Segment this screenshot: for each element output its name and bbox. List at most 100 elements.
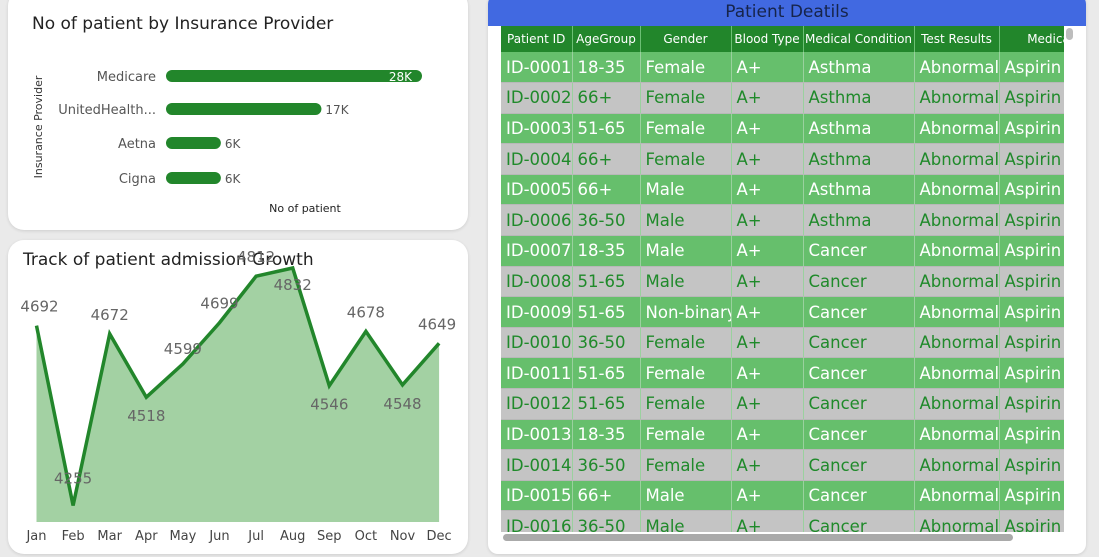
table-cell: Abnormal [914, 52, 1000, 84]
table-cell: Female [640, 449, 732, 481]
table-row[interactable]: ID-0006 36-50 Male A+ Asthma Abnormal Aspirin [501, 204, 1064, 237]
point-data-label: 4548 [383, 395, 421, 413]
insurance-bar-chart-card: No of patient by Insurance Provider Medi… [8, 0, 468, 230]
table-row[interactable]: ID-0014 36-50 Female A+ Cancer Abnormal Aspiri… [501, 449, 1064, 481]
point-data-label: 4678 [347, 303, 385, 321]
bar-0 [166, 70, 422, 82]
table-row[interactable]: ID-0009 51-65 Non-binary A+ Cancer Abnormal As… [501, 296, 1064, 328]
table-cell: Aspirin [999, 357, 1064, 390]
table-cell: ID-0008 [501, 266, 573, 298]
table-row[interactable]: ID-0015 66+ Male A+ Cancer Abnormal Aspirin [501, 480, 1064, 512]
table-cell: A+ [731, 235, 804, 267]
table-cell: Male [640, 266, 732, 298]
bar-category-label: Cigna [119, 172, 156, 187]
table-cell: Aspirin [999, 174, 1064, 206]
table-cell: Male [640, 204, 732, 237]
table-cell: Aspirin [999, 419, 1064, 451]
table-row[interactable]: ID-0012 51-65 Female A+ Cancer Abnormal Aspiri… [501, 388, 1064, 420]
table-cell: 36-50 [572, 510, 641, 532]
table-cell: A+ [731, 143, 804, 175]
table-row[interactable]: ID-0011 51-65 Female A+ Cancer Abnormal Aspiri… [501, 357, 1064, 390]
patient-table-viewport[interactable]: Patient ID AgeGroup Gender Blood Type Medica… [501, 26, 1064, 532]
table-row[interactable]: ID-0008 51-65 Male A+ Cancer Abnormal Aspirin [501, 266, 1064, 298]
table-cell: Asthma [803, 113, 915, 145]
table-cell: Cancer [803, 235, 915, 267]
table-cell: Aspirin [999, 143, 1064, 175]
table-header-row: Patient ID AgeGroup Gender Blood Type Medica… [501, 26, 1064, 52]
month-tick-label: Jul [247, 529, 264, 544]
table-cell: Cancer [803, 327, 915, 359]
table-row[interactable]: ID-0013 18-35 Female A+ Cancer Abnormal Aspiri… [501, 419, 1064, 451]
table-cell: 66+ [572, 143, 641, 175]
point-data-label: 4699 [200, 295, 238, 313]
bar-3 [166, 172, 221, 184]
table-cell: Aspirin [999, 52, 1064, 84]
table-cell: ID-0011 [501, 357, 573, 390]
column-header[interactable]: Medication [999, 26, 1064, 52]
table-cell: Aspirin [999, 235, 1064, 267]
table-row[interactable]: ID-0010 36-50 Female A+ Cancer Abnormal Aspiri… [501, 327, 1064, 359]
table-cell: Aspirin [999, 480, 1064, 512]
table-cell: Female [640, 327, 732, 359]
table-cell: Asthma [803, 82, 915, 114]
table-cell: Abnormal [914, 449, 1000, 481]
table-cell: Aspirin [999, 82, 1064, 114]
bar-data-label: 28K [389, 70, 413, 84]
table-cell: Aspirin [999, 113, 1064, 145]
point-data-label: 4672 [91, 306, 129, 324]
vertical-scrollbar[interactable] [1065, 26, 1074, 532]
table-cell: A+ [731, 357, 804, 390]
table-row[interactable]: ID-0002 66+ Female A+ Asthma Abnormal Aspirin [501, 82, 1064, 114]
table-cell: Abnormal [914, 235, 1000, 267]
table-cell: ID-0002 [501, 82, 573, 114]
vertical-scroll-thumb[interactable] [1066, 28, 1073, 40]
table-cell: ID-0007 [501, 235, 573, 267]
month-tick-label: Nov [390, 529, 416, 544]
table-cell: 51-65 [572, 388, 641, 420]
column-header[interactable]: AgeGroup [572, 26, 641, 52]
month-tick-label: Apr [135, 529, 158, 544]
table-cell: Female [640, 388, 732, 420]
column-header[interactable]: Medical Condition [803, 26, 915, 52]
table-cell: Male [640, 510, 732, 532]
point-data-label: 4546 [310, 396, 348, 414]
table-cell: Abnormal [914, 204, 1000, 237]
table-cell: Abnormal [914, 419, 1000, 451]
admission-growth-chart: 4692 Jan 4255 Feb 4672 Mar 4518 Apr 4599 May 4699 J… [20, 248, 456, 544]
table-cell: Female [640, 82, 732, 114]
table-cell: Male [640, 235, 732, 267]
table-cell: 18-35 [572, 419, 641, 451]
column-header[interactable]: Blood Type [731, 26, 804, 52]
month-tick-label: Feb [62, 529, 85, 544]
column-header[interactable]: Patient ID [501, 26, 573, 52]
month-tick-label: Sep [317, 529, 342, 544]
horizontal-scroll-thumb[interactable] [503, 534, 1013, 541]
table-cell: Abnormal [914, 174, 1000, 206]
bar-category-label: Aetna [118, 137, 156, 152]
point-data-label: 4692 [20, 298, 58, 316]
table-cell: Aspirin [999, 266, 1064, 298]
insurance-bar-chart: Medicare 28K UnitedHealth... 17K Aetna 6K Cign… [32, 70, 422, 215]
table-cell: 66+ [572, 82, 641, 114]
table-row[interactable]: ID-0003 51-65 Female A+ Asthma Abnormal Aspiri… [501, 113, 1064, 145]
table-cell: ID-0006 [501, 204, 573, 237]
table-cell: Female [640, 52, 732, 84]
table-cell: A+ [731, 388, 804, 420]
table-cell: ID-0010 [501, 327, 573, 359]
column-header[interactable]: Test Results [914, 26, 1000, 52]
bar-category-label: UnitedHealth... [58, 103, 156, 118]
table-cell: Female [640, 143, 732, 175]
table-cell: Abnormal [914, 113, 1000, 145]
table-row[interactable]: ID-0007 18-35 Male A+ Cancer Abnormal Aspirin [501, 235, 1064, 267]
table-cell: Abnormal [914, 388, 1000, 420]
table-cell: 66+ [572, 174, 641, 206]
table-cell: Cancer [803, 510, 915, 532]
point-data-label: 4812 [237, 248, 275, 266]
column-header[interactable]: Gender [640, 26, 732, 52]
table-row[interactable]: ID-0016 36-50 Male A+ Cancer Abnormal Aspirin [501, 510, 1064, 532]
table-cell: Female [640, 357, 732, 390]
table-row[interactable]: ID-0004 66+ Female A+ Asthma Abnormal Aspirin [501, 143, 1064, 175]
table-row[interactable]: ID-0005 66+ Male A+ Asthma Abnormal Aspirin [501, 174, 1064, 206]
table-cell: A+ [731, 327, 804, 359]
table-row[interactable]: ID-0001 18-35 Female A+ Asthma Abnormal Aspiri… [501, 52, 1064, 84]
